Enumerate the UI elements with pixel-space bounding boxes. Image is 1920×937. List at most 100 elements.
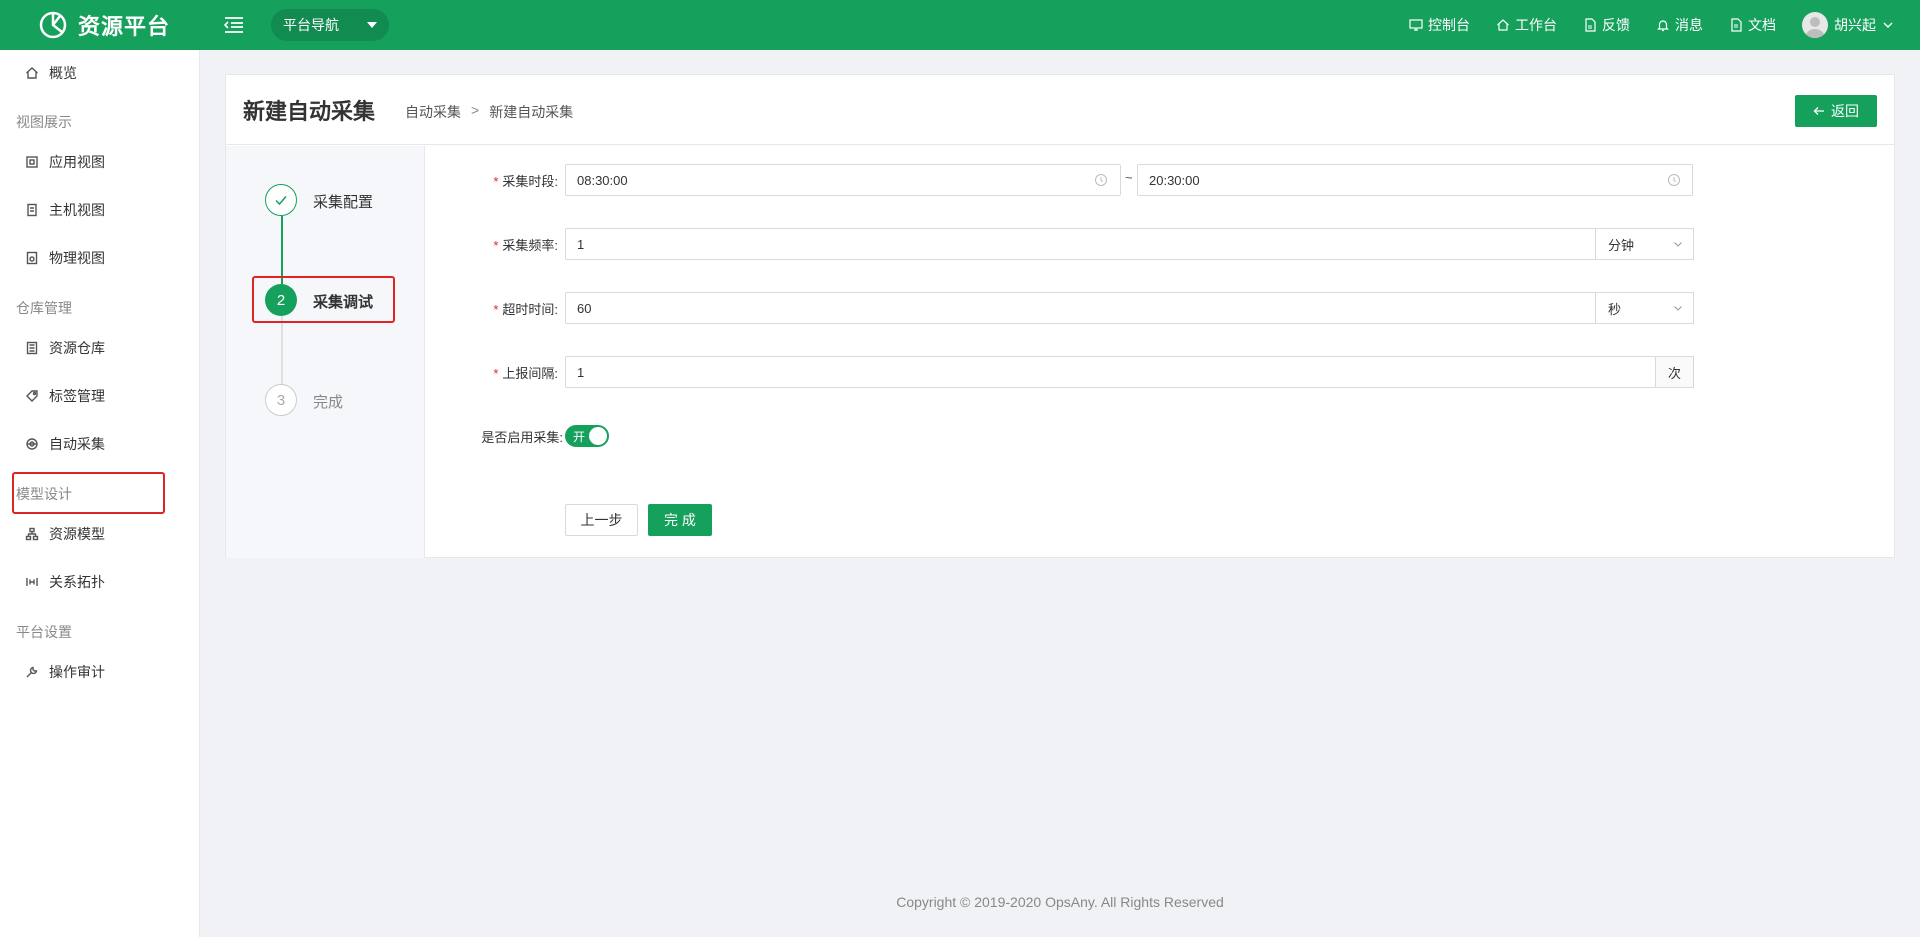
sidebar-item-label: 关系拓扑	[49, 574, 105, 590]
toggle-on-text: 开	[573, 429, 586, 444]
report-value: 1	[577, 364, 585, 380]
sidebar-item-audit[interactable]: 操作审计	[0, 652, 200, 692]
docs-link[interactable]: 文档	[1729, 15, 1776, 35]
app-icon	[26, 156, 38, 168]
step-connector	[281, 216, 283, 284]
feedback-link[interactable]: 反馈	[1583, 15, 1630, 35]
report-label-text: 上报间隔:	[502, 366, 558, 381]
messages-label: 消息	[1675, 17, 1703, 33]
clock-icon	[1095, 174, 1107, 186]
caret-down-icon	[367, 22, 377, 28]
breadcrumb: 自动采集 > 新建自动采集	[405, 102, 573, 122]
wrench-icon	[26, 666, 38, 678]
report-input[interactable]: 1	[565, 356, 1656, 388]
sidebar-item-overview[interactable]: 概览	[0, 53, 200, 93]
chevron-down-icon	[1883, 22, 1893, 28]
finish-button[interactable]: 完 成	[648, 504, 712, 536]
console-link[interactable]: 控制台	[1409, 15, 1470, 35]
platform-nav-label: 平台导航	[283, 17, 339, 33]
timeout-value: 60	[577, 300, 592, 316]
radar-icon	[26, 438, 38, 450]
main-card: 新建自动采集 自动采集 > 新建自动采集 返回 采集配置 2 采集调试 3 完成	[225, 74, 1895, 558]
home-icon	[1497, 19, 1509, 31]
breadcrumb-current: 新建自动采集	[489, 103, 574, 120]
home-icon	[26, 67, 38, 79]
step-3-pending: 3	[265, 384, 297, 416]
monitor-icon	[1409, 19, 1423, 31]
sidebar-item-label: 资源模型	[49, 526, 105, 542]
freq-input[interactable]: 1	[565, 228, 1596, 260]
sidebar-item-host-view[interactable]: 主机视图	[0, 190, 200, 230]
sidebar-item-app-view[interactable]: 应用视图	[0, 142, 200, 182]
sidebar-item-label: 标签管理	[49, 388, 105, 404]
timeout-unit-select[interactable]: 秒	[1595, 292, 1694, 324]
steps-panel: 采集配置 2 采集调试 3 完成	[226, 146, 425, 558]
hierarchy-icon	[25, 527, 39, 541]
sidebar-item-resource-model[interactable]: 资源模型	[0, 514, 200, 554]
check-icon	[275, 196, 287, 206]
back-button[interactable]: 返回	[1795, 95, 1877, 127]
user-avatar-icon	[1805, 17, 1825, 38]
timeout-label-text: 超时时间:	[502, 302, 558, 317]
freq-unit-select[interactable]: 分钟	[1595, 228, 1694, 260]
sidebar-group-view: 视图展示	[16, 114, 72, 130]
page-title: 新建自动采集	[243, 98, 376, 124]
chevron-down-icon	[1674, 242, 1682, 247]
tag-icon	[26, 390, 38, 402]
period-end-input[interactable]: 20:30:00	[1137, 164, 1693, 196]
sidebar-item-tag-mgmt[interactable]: 标签管理	[0, 376, 200, 416]
bell-icon	[1657, 20, 1669, 32]
period-label-text: 采集时段:	[502, 174, 558, 189]
timeout-input[interactable]: 60	[565, 292, 1596, 324]
document-icon	[1731, 18, 1742, 32]
card-header: 新建自动采集 自动采集 > 新建自动采集 返回	[226, 75, 1894, 145]
top-header: 资源平台 平台导航 控制台 工作台 反馈 消息 文档 胡兴起	[0, 0, 1920, 50]
breadcrumb-link-auto-collect[interactable]: 自动采集	[405, 102, 461, 122]
user-menu[interactable]: 胡兴起	[1802, 12, 1894, 38]
required-mark: *	[493, 302, 499, 317]
period-end-value: 20:30:00	[1149, 172, 1200, 188]
footer-copyright: Copyright © 2019-2020 OpsAny. All Rights…	[896, 894, 1224, 910]
platform-nav-select[interactable]: 平台导航	[271, 9, 389, 41]
freq-label-text: 采集频率:	[502, 238, 558, 253]
timeout-unit-value: 秒	[1608, 301, 1622, 317]
sidebar-item-label: 物理视图	[49, 250, 105, 266]
sidebar-item-label: 资源仓库	[49, 340, 105, 356]
highlight-box-step	[252, 276, 395, 323]
arrow-left-icon	[1813, 107, 1824, 115]
sidebar-item-topology[interactable]: 关系拓扑	[0, 562, 200, 602]
menu-fold-icon[interactable]	[222, 13, 246, 37]
period-start-value: 08:30:00	[577, 172, 628, 188]
brand-logo[interactable]: 资源平台	[0, 0, 200, 50]
chevron-down-icon	[1674, 306, 1682, 311]
sidebar-item-auto-collect[interactable]: 自动采集	[0, 424, 200, 464]
step-connector	[281, 316, 283, 384]
period-separator: ~	[1125, 170, 1133, 185]
step-1-label: 采集配置	[313, 194, 374, 211]
docs-label: 文档	[1748, 17, 1776, 33]
freq-label: * 采集频率:	[438, 235, 558, 254]
sidebar-item-label: 主机视图	[49, 202, 105, 218]
freq-value: 1	[577, 236, 585, 252]
avatar	[1802, 12, 1828, 38]
feedback-label: 反馈	[1602, 17, 1630, 33]
topology-icon	[26, 578, 38, 586]
workbench-link[interactable]: 工作台	[1496, 15, 1557, 35]
sidebar-item-resource-repo[interactable]: 资源仓库	[0, 328, 200, 368]
prev-step-button[interactable]: 上一步	[565, 504, 638, 536]
sidebar-item-physical-view[interactable]: 物理视图	[0, 238, 200, 278]
sidebar-group-repo: 仓库管理	[16, 300, 72, 316]
server-icon	[27, 203, 37, 217]
sidebar: 概览 视图展示 应用视图 主机视图 物理视图 仓库管理 资源仓库 标签管理 自动…	[0, 50, 200, 937]
required-mark: *	[493, 238, 499, 253]
database-icon	[26, 341, 38, 355]
messages-link[interactable]: 消息	[1656, 15, 1703, 35]
required-mark: *	[493, 174, 499, 189]
enable-toggle[interactable]: 开	[565, 425, 609, 447]
step-1-done	[265, 184, 297, 216]
file-icon	[1585, 18, 1596, 32]
step-3-label: 完成	[313, 394, 344, 411]
required-mark: *	[493, 366, 499, 381]
period-label: * 采集时段:	[438, 171, 558, 190]
period-start-input[interactable]: 08:30:00	[565, 164, 1121, 196]
